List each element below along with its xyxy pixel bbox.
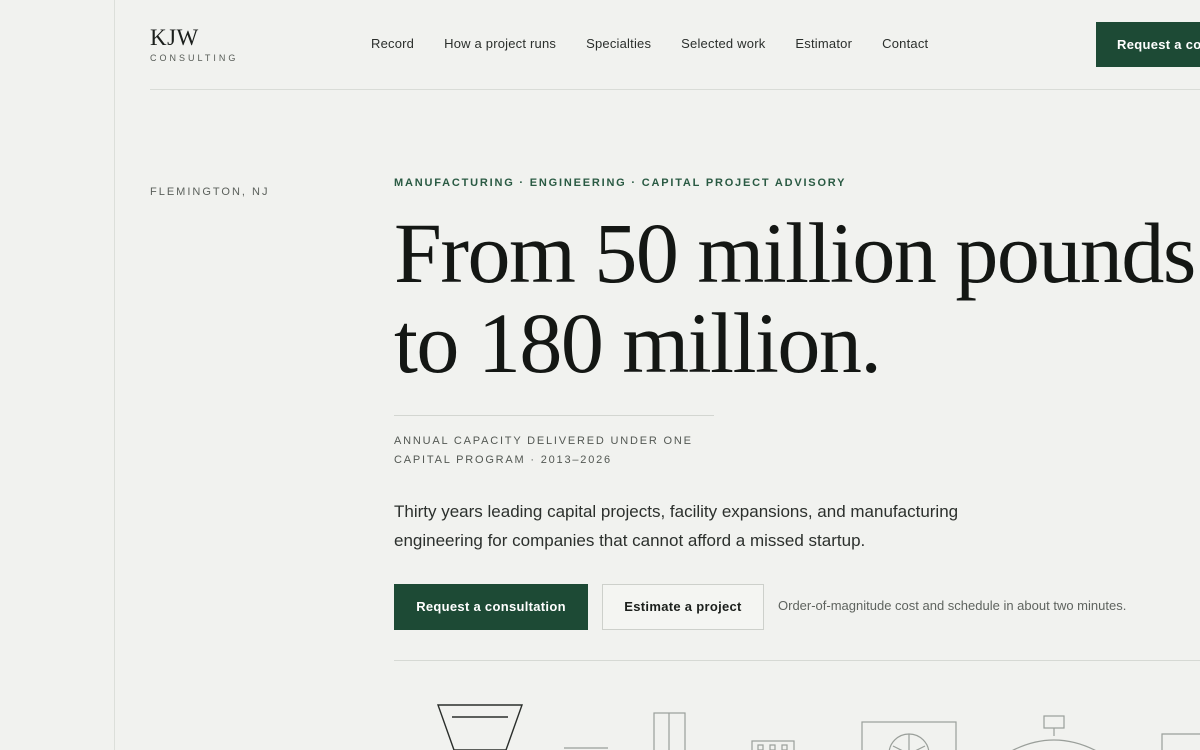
section-divider	[394, 660, 1200, 661]
nav-item-record[interactable]: Record	[371, 36, 414, 51]
brand-name: KJW	[150, 25, 199, 50]
left-rail-divider	[114, 0, 115, 750]
nav-item-specialties[interactable]: Specialties	[586, 36, 651, 51]
brand-logo[interactable]: KJW CONSULTING	[150, 25, 239, 64]
hero-headline: From 50 million pounds to 180 million.	[394, 208, 1200, 388]
header-divider	[150, 89, 1200, 90]
estimate-project-button[interactable]: Estimate a project	[602, 584, 764, 630]
nav-item-how-a-project-runs[interactable]: How a project runs	[444, 36, 556, 51]
main-nav: Record How a project runs Specialties Se…	[371, 36, 928, 51]
stat-caption-line-2: CAPITAL PROGRAM · 2013–2026	[394, 454, 612, 466]
stat-caption-line-1: ANNUAL CAPACITY DELIVERED UNDER ONE	[394, 435, 693, 447]
reactor-vessel-icon	[1012, 715, 1096, 750]
nav-item-estimator[interactable]: Estimator	[795, 36, 852, 51]
header-consultation-button[interactable]: Request a consultation	[1096, 22, 1200, 67]
stat-divider	[394, 415, 714, 416]
hero-eyebrow: MANUFACTURING · ENGINEERING · CAPITAL PR…	[394, 177, 847, 189]
request-consultation-button[interactable]: Request a consultation	[394, 584, 588, 630]
silo-icon	[653, 712, 686, 750]
stat-caption: ANNUAL CAPACITY DELIVERED UNDER ONE CAPI…	[394, 432, 724, 470]
estimator-note: Order-of-magnitude cost and schedule in …	[778, 598, 1127, 613]
nav-item-selected-work[interactable]: Selected work	[681, 36, 765, 51]
hopper-icon	[437, 704, 523, 750]
headline-line-2: to 180 million.	[394, 295, 882, 388]
nav-item-contact[interactable]: Contact	[882, 36, 928, 51]
control-panel-icon	[751, 740, 795, 750]
brand-subtitle: CONSULTING	[150, 53, 239, 63]
tank-icon	[1161, 733, 1200, 750]
equipment-illustration	[437, 704, 1200, 750]
mixer-fan-icon	[861, 721, 957, 750]
hero-lede: Thirty years leading capital projects, f…	[394, 502, 959, 550]
location-label: FLEMINGTON, NJ	[150, 186, 270, 198]
headline-line-1: From 50 million pounds	[394, 208, 1196, 301]
